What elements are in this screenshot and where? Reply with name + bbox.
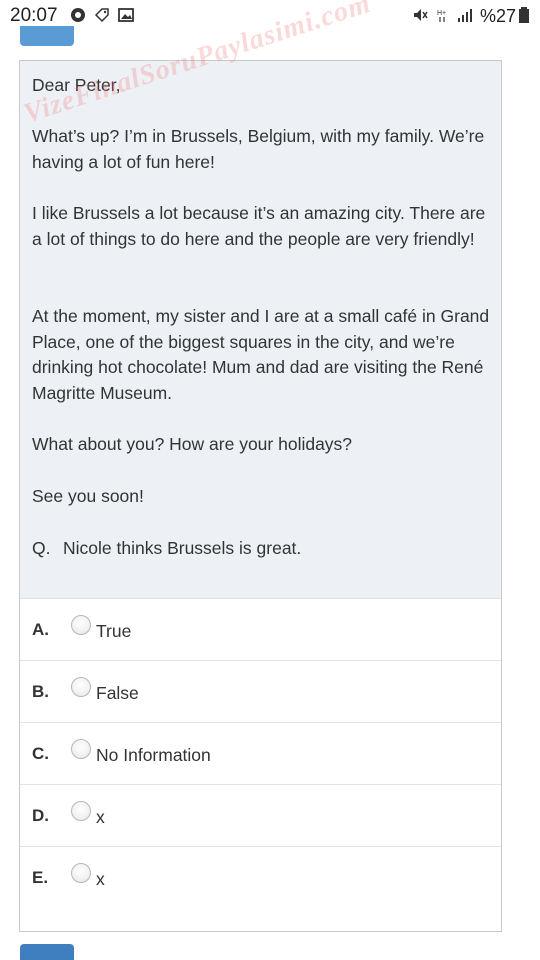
option-text[interactable]: x bbox=[96, 807, 105, 828]
radio-button[interactable] bbox=[71, 863, 91, 883]
next-question-button[interactable] bbox=[20, 944, 74, 960]
tag-icon bbox=[94, 8, 109, 23]
answer-option-c[interactable]: C. No Information bbox=[20, 723, 501, 785]
hplus-icon: H+ bbox=[437, 10, 446, 22]
radio-button[interactable] bbox=[71, 615, 91, 635]
answer-option-e[interactable]: E. x bbox=[20, 847, 501, 909]
previous-question-button[interactable] bbox=[20, 26, 74, 46]
question-line: Q. Nicole thinks Brussels is great. bbox=[32, 536, 492, 562]
status-time: 20:07 bbox=[10, 5, 58, 26]
radio-button[interactable] bbox=[71, 801, 91, 821]
radio-button[interactable] bbox=[71, 739, 91, 759]
question-text: Nicole thinks Brussels is great. bbox=[63, 538, 302, 558]
radio-button[interactable] bbox=[71, 677, 91, 697]
passage-paragraph: What’s up? I’m in Brussels, Belgium, wit… bbox=[32, 126, 485, 172]
answer-option-d[interactable]: D. x bbox=[20, 785, 501, 847]
option-text[interactable]: False bbox=[96, 683, 139, 704]
option-letter: E. bbox=[32, 868, 49, 887]
answer-option-a[interactable]: A. True bbox=[20, 599, 501, 661]
option-text[interactable]: No Information bbox=[96, 745, 211, 766]
option-text[interactable]: x bbox=[96, 869, 105, 890]
passage-paragraph: See you soon! bbox=[32, 486, 144, 506]
battery-icon bbox=[519, 7, 529, 23]
passage-paragraph: What about you? How are your holidays? bbox=[32, 434, 353, 454]
battery-percent: %27 bbox=[480, 6, 517, 26]
letter-greeting: Dear Peter, bbox=[32, 75, 121, 95]
option-text[interactable]: True bbox=[96, 621, 131, 642]
question-panel: Dear Peter, What’s up? I’m in Brussels, … bbox=[19, 60, 502, 932]
question-prefix: Q. bbox=[32, 538, 51, 558]
passage-paragraph: At the moment, my sister and I are at a … bbox=[32, 306, 490, 403]
option-letter: B. bbox=[32, 682, 49, 701]
signal-icon bbox=[458, 9, 472, 22]
whatsapp-icon bbox=[71, 8, 85, 22]
option-letter: C. bbox=[32, 744, 49, 763]
answer-option-b[interactable]: B. False bbox=[20, 661, 501, 723]
option-letter: D. bbox=[32, 806, 49, 825]
mute-icon bbox=[414, 9, 428, 21]
reading-passage: Dear Peter, What’s up? I’m in Brussels, … bbox=[20, 61, 501, 599]
image-icon bbox=[118, 8, 134, 22]
svg-text:H+: H+ bbox=[437, 10, 446, 17]
status-bar: 20:07 H+ %27 bbox=[0, 0, 540, 32]
passage-paragraph: I like Brussels a lot because it’s an am… bbox=[32, 203, 486, 249]
option-letter: A. bbox=[32, 620, 49, 639]
